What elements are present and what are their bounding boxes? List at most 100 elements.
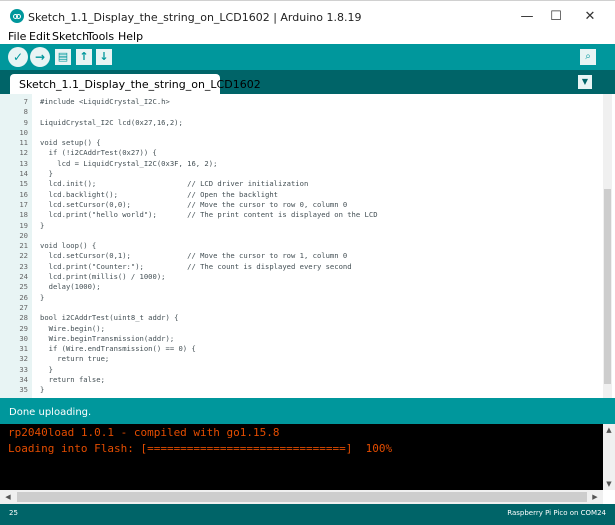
code-text[interactable]: if (!i2CAddrTest(0x27)) { (40, 148, 157, 158)
code-text[interactable]: } (40, 169, 53, 179)
scroll-left-arrow-icon[interactable]: ◀ (2, 491, 14, 503)
window-title: Sketch_1.1_Display_the_string_on_LCD1602… (28, 11, 362, 24)
line-number: 13 (19, 158, 28, 168)
save-icon[interactable]: ↓ (96, 49, 112, 65)
menu-edit[interactable]: Edit (29, 30, 50, 43)
code-text[interactable]: return false; (40, 375, 105, 385)
code-text[interactable]: Wire.begin(); (40, 324, 105, 334)
code-line[interactable]: 16 lcd.backlight(); // Open the backligh… (0, 190, 600, 200)
code-line[interactable]: 10 (0, 128, 600, 138)
console-scroll-thumb[interactable] (17, 492, 587, 502)
code-text[interactable]: LiquidCrystal_I2C lcd(0x27,16,2); (40, 118, 183, 128)
console-vertical-scrollbar[interactable]: ▲ ▼ (603, 424, 615, 490)
code-line[interactable]: 26} (0, 293, 600, 303)
scroll-down-arrow-icon[interactable]: ▼ (603, 478, 615, 490)
code-line[interactable]: 28 bool i2CAddrTest(uint8_t addr) { (0, 313, 600, 323)
menu-file[interactable]: File (8, 30, 26, 43)
code-text[interactable]: #include <LiquidCrystal_I2C.h> (40, 97, 170, 107)
tab-menu-icon[interactable]: ▼ (578, 75, 592, 89)
code-line[interactable]: 22 lcd.setCursor(0,1); // Move the curso… (0, 251, 600, 261)
code-line[interactable]: 21 void loop() { (0, 241, 600, 251)
code-line[interactable]: 12 if (!i2CAddrTest(0x27)) { (0, 148, 600, 158)
console-output[interactable]: rp2040load 1.0.1 - compiled with go1.15.… (0, 424, 603, 490)
code-line[interactable]: 32 return true; (0, 354, 600, 364)
code-line[interactable]: 14 } (0, 169, 600, 179)
code-line[interactable]: 8 (0, 107, 600, 117)
console-horizontal-scrollbar[interactable]: ◀ ▶ (0, 490, 603, 504)
code-line[interactable]: 18 lcd.print("hello world"); // The prin… (0, 210, 600, 220)
code-line[interactable]: 25 delay(1000); (0, 282, 600, 292)
code-editor[interactable]: 7 #include <LiquidCrystal_I2C.h> 8 9 LiquidC… (0, 94, 603, 398)
code-text[interactable]: lcd.backlight(); // Open the backlight (40, 190, 278, 200)
code-text[interactable]: } (40, 221, 44, 231)
code-text[interactable]: Wire.beginTransmission(addr); (40, 334, 175, 344)
line-number: 29 (19, 323, 28, 333)
code-line[interactable]: 29 Wire.begin(); (0, 324, 600, 334)
scroll-right-arrow-icon[interactable]: ▶ (589, 491, 601, 503)
code-line[interactable]: 9 LiquidCrystal_I2C lcd(0x27,16,2); (0, 118, 600, 128)
close-button[interactable]: ✕ (575, 6, 605, 28)
line-number: 34 (19, 375, 28, 385)
code-line[interactable]: 30 Wire.beginTransmission(addr); (0, 334, 600, 344)
code-line[interactable]: 11 void setup() { (0, 138, 600, 148)
menu-help[interactable]: Help (118, 30, 143, 43)
editor-scroll-thumb[interactable] (604, 189, 611, 384)
code-line[interactable]: 17 lcd.setCursor(0,0); // Move the curso… (0, 200, 600, 210)
maximize-button[interactable]: ☐ (541, 6, 571, 28)
code-line[interactable]: 34 return false; (0, 375, 600, 385)
open-icon[interactable]: ↑ (76, 49, 92, 65)
line-number: 12 (19, 148, 28, 158)
code-text[interactable]: lcd.print(millis() / 1000); (40, 272, 166, 282)
code-text[interactable]: } (40, 365, 53, 375)
upload-icon[interactable]: → (30, 47, 50, 67)
line-number: 35 (19, 385, 28, 395)
arduino-logo-icon (10, 9, 24, 23)
code-line[interactable]: 7 #include <LiquidCrystal_I2C.h> (0, 97, 600, 107)
code-line[interactable]: 20 (0, 231, 600, 241)
line-number: 27 (19, 302, 28, 312)
code-text[interactable]: lcd.print("Counter:"); // The count is d… (40, 262, 352, 272)
line-number: 20 (19, 230, 28, 240)
scroll-up-arrow-icon[interactable]: ▲ (603, 424, 615, 436)
code-text[interactable]: lcd.print("hello world"); // The print c… (40, 210, 378, 220)
code-line[interactable]: 23 lcd.print("Counter:"); // The count i… (0, 262, 600, 272)
new-icon[interactable]: ▤ (55, 49, 71, 65)
code-text[interactable]: } (40, 385, 44, 395)
tab-sketch[interactable]: Sketch_1.1_Display_the_string_on_LCD1602 (10, 74, 261, 94)
board-port-label: Raspberry Pi Pico on COM24 (507, 509, 606, 517)
line-number: 14 (19, 169, 28, 179)
code-area[interactable]: 7 #include <LiquidCrystal_I2C.h> 8 9 LiquidC… (0, 97, 600, 396)
code-text[interactable]: lcd.setCursor(0,1); // Move the cursor t… (40, 251, 348, 261)
code-text[interactable]: lcd.init(); // LCD driver initialization (40, 179, 309, 189)
code-text[interactable]: lcd.setCursor(0,0); // Move the cursor t… (40, 200, 348, 210)
line-number: 26 (19, 292, 28, 302)
line-number: 10 (19, 127, 28, 137)
code-line[interactable]: 35} (0, 385, 600, 395)
menu-tools[interactable]: Tools (87, 30, 114, 43)
code-text[interactable]: bool i2CAddrTest(uint8_t addr) { (40, 313, 178, 323)
code-line[interactable]: 31 if (Wire.endTransmission() == 0) { (0, 344, 600, 354)
code-text[interactable]: void loop() { (40, 241, 96, 251)
code-text[interactable]: lcd = LiquidCrystal_I2C(0x3F, 16, 2); (40, 159, 217, 169)
menu-sketch[interactable]: Sketch (52, 30, 89, 43)
code-line[interactable]: 27 (0, 303, 600, 313)
code-line[interactable]: 19} (0, 221, 600, 231)
tab-bar: Sketch_1.1_Display_the_string_on_LCD1602… (0, 70, 615, 94)
code-text[interactable]: void setup() { (40, 138, 101, 148)
code-line[interactable]: 33 } (0, 365, 600, 375)
code-line[interactable]: 15 lcd.init(); // LCD driver initializat… (0, 179, 600, 189)
line-number: 22 (19, 251, 28, 261)
code-text[interactable]: delay(1000); (40, 282, 101, 292)
serial-monitor-icon[interactable]: ⌕ (580, 49, 596, 65)
code-text[interactable]: } (40, 293, 44, 303)
line-number: 25 (19, 282, 28, 292)
code-text[interactable]: return true; (40, 354, 109, 364)
editor-vertical-scrollbar[interactable] (603, 94, 612, 398)
code-line[interactable]: 24 lcd.print(millis() / 1000); (0, 272, 600, 282)
verify-icon[interactable]: ✓ (8, 47, 28, 67)
code-line[interactable]: 13 lcd = LiquidCrystal_I2C(0x3F, 16, 2); (0, 159, 600, 169)
title-bar: Sketch_1.1_Display_the_string_on_LCD1602… (0, 0, 615, 32)
minimize-button[interactable]: — (512, 6, 542, 28)
line-number: 24 (19, 272, 28, 282)
code-text[interactable]: if (Wire.endTransmission() == 0) { (40, 344, 196, 354)
